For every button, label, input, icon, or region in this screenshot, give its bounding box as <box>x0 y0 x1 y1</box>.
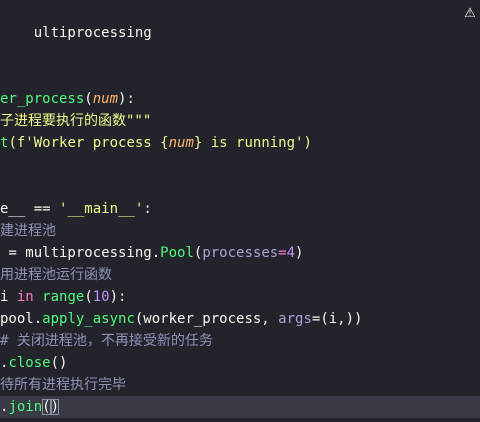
main-string: '__main__' <box>59 201 144 217</box>
comment: 用进程池运行函数 <box>0 267 112 283</box>
bracket-match: ) <box>50 399 60 415</box>
code-editor[interactable]: ultiprocessing ⚠ er_process(num): 子进程要执行… <box>0 0 480 422</box>
warning-icon[interactable]: ⚠ <box>462 6 478 22</box>
code-line-16: # 关闭进程池，不再接受新的任务 <box>0 330 480 352</box>
code-line-5: er_process(num): <box>0 91 135 107</box>
docstring: 子进程要执行的函数""" <box>0 113 152 129</box>
comment: 待所有进程执行完毕 <box>0 377 126 393</box>
function-name: er_process <box>0 91 85 107</box>
code-line-11: 建进程池 <box>0 220 480 242</box>
code-line-13: 用进程池运行函数 <box>0 264 480 286</box>
code-line-7: t(f'Worker process {num} is running') <box>0 135 312 151</box>
code-line-6: 子进程要执行的函数""" <box>0 110 480 132</box>
code-line-14: i in range(10): <box>0 289 127 305</box>
bracket-match: ( <box>42 399 51 415</box>
code-line-15: pool.apply_async(worker_process, args=(i… <box>0 311 363 327</box>
code-line-1: ultiprocessing <box>0 0 480 41</box>
module-name: ultiprocessing <box>33 25 152 41</box>
code-line-12: = multiprocessing.Pool(processes=4) <box>0 245 304 261</box>
comment: # 关闭进程池，不再接受新的任务 <box>0 333 213 349</box>
code-line-19-current[interactable]: .join() <box>0 396 480 418</box>
comment: 建进程池 <box>0 223 56 239</box>
code-line-17: .close() <box>0 355 68 371</box>
code-line-10: e__ == '__main__': <box>0 201 152 217</box>
param-num: num <box>92 91 119 107</box>
code-line-18: 待所有进程执行完毕 <box>0 374 480 396</box>
